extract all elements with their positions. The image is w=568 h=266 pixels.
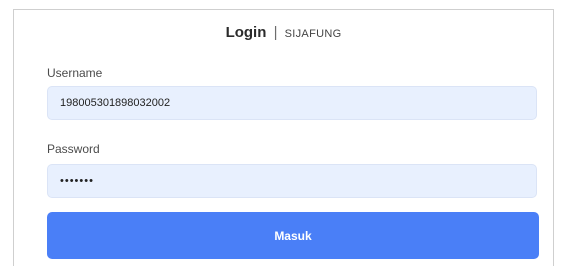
username-input[interactable] [47, 86, 537, 120]
username-label: Username [47, 66, 103, 80]
login-submit-button[interactable]: Masuk [47, 212, 539, 259]
page-title: Login | SIJAFUNG [14, 23, 553, 44]
login-title: Login [225, 24, 267, 41]
title-separator: | [273, 24, 278, 41]
password-label: Password [47, 142, 100, 156]
login-card: Login | SIJAFUNG Username Password Masuk [13, 9, 554, 266]
app-name: SIJAFUNG [284, 28, 342, 40]
password-input[interactable] [47, 164, 537, 198]
page-frame: Login | SIJAFUNG Username Password Masuk [0, 0, 568, 266]
